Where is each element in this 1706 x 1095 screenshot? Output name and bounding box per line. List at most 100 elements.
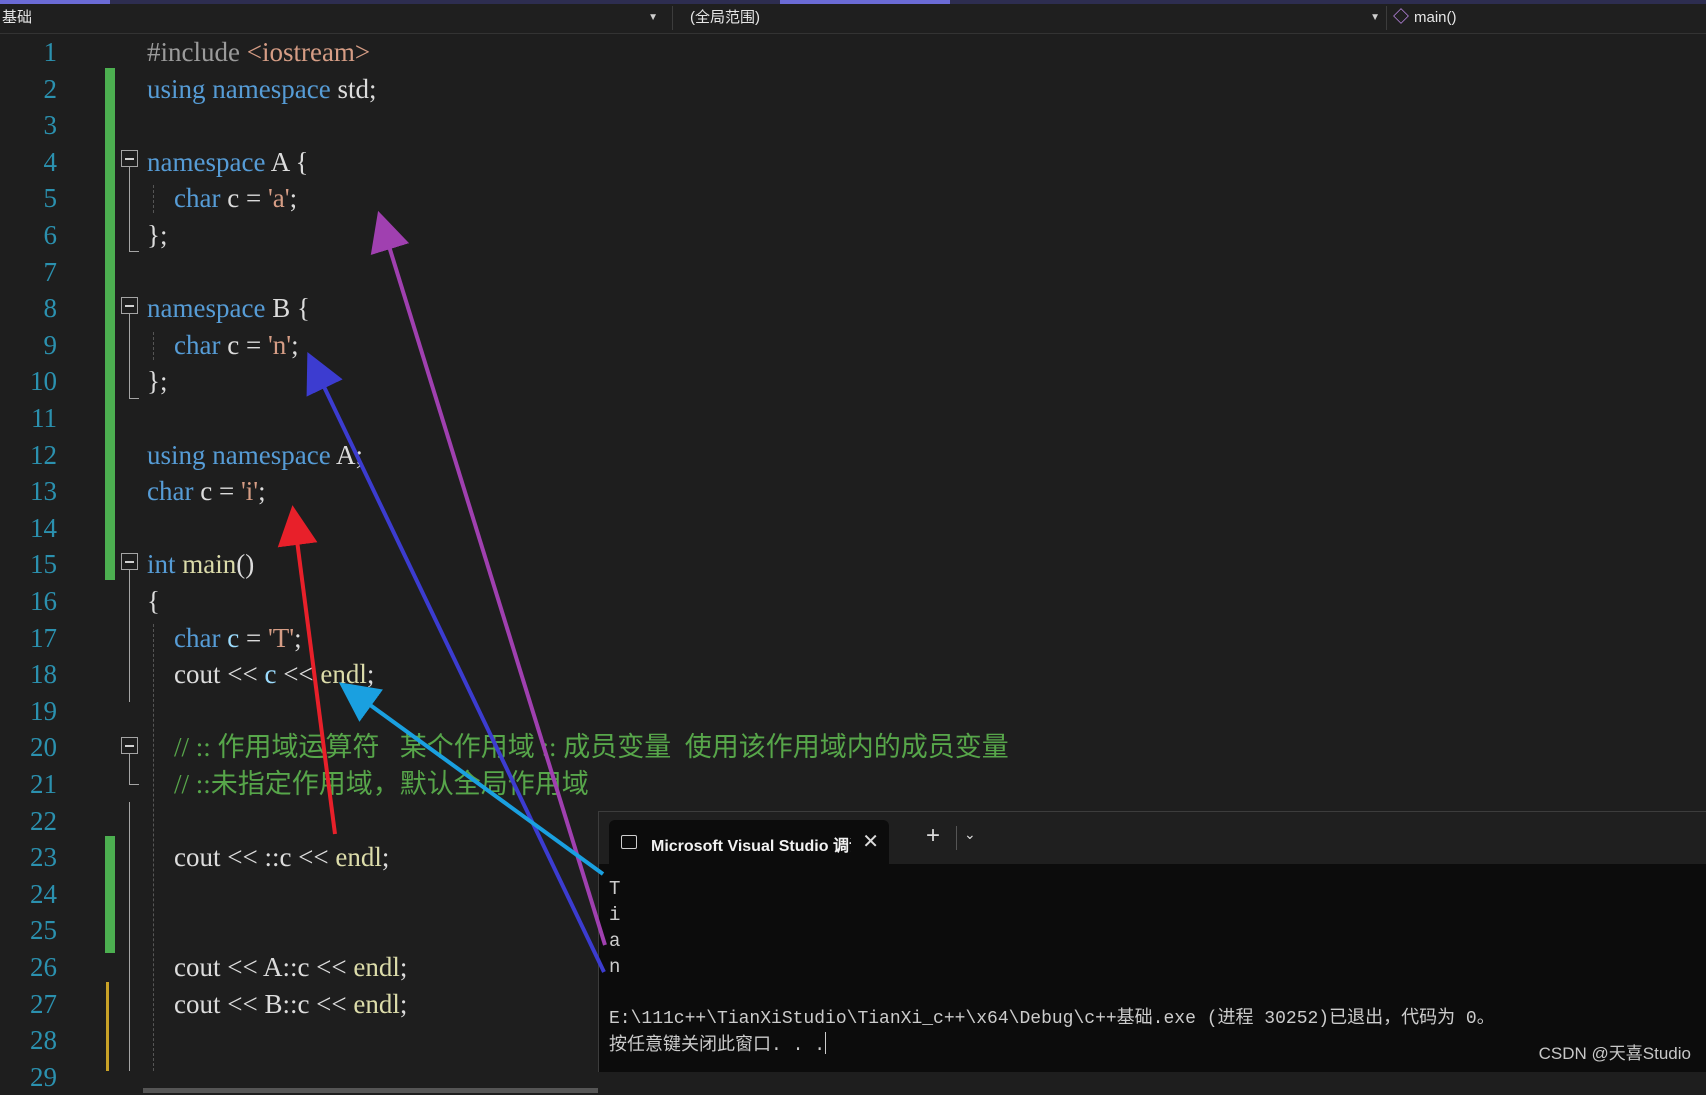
terminal-window[interactable]: Microsoft Visual Studio 调试 ✕ + ⌄ T i a n… [598,811,1706,1072]
console-icon [621,835,637,849]
code-token: }; [147,220,168,250]
code-token: char [174,329,221,360]
line-number: 17 [30,622,57,653]
line-number: 26 [30,952,57,982]
code-text: namespace B { [147,290,310,327]
code-token: namespace [147,293,266,324]
code-token: }; [147,366,168,397]
code-text: }; [147,217,167,254]
code-token: ; [289,183,298,214]
line-number: 4 [43,146,58,177]
scope-dropdown[interactable]: (全局范围) ▼ [690,6,1380,30]
code-token: ; [258,476,266,507]
code-text: { [147,583,160,620]
code-line[interactable]: 6}; [0,217,1706,254]
terminal-tab[interactable]: Microsoft Visual Studio 调试 ✕ [609,820,889,864]
code-token: using [147,73,206,104]
code-line[interactable]: 10}; [0,363,1706,400]
code-line[interactable]: 17 char c = 'T'; [0,620,1706,657]
method-icon [1393,8,1409,24]
tab-strip-edge [0,0,1706,4]
horizontal-scrollbar[interactable] [143,1088,598,1093]
code-token: A { [265,146,309,177]
code-token: int [147,549,176,580]
code-line[interactable]: 2 using namespace std; [0,71,1706,108]
code-line[interactable]: 12 using namespace A; [0,437,1706,474]
code-token: ; [291,329,299,360]
code-line[interactable]: 19 [0,693,1706,730]
navigation-bar: 基础 ▼ (全局范围) ▼ main() [0,0,1706,34]
line-number: 16 [30,586,57,616]
code-text: char c = 'T'; [147,620,302,657]
code-text: char c = 'a'; [147,180,297,217]
code-line[interactable]: 4 namespace A { [0,144,1706,181]
watermark: CSDN @天喜Studio [1538,1044,1691,1063]
code-token: std; [330,73,377,104]
close-icon[interactable]: ✕ [862,829,879,854]
chevron-down-icon[interactable]: ⌄ [964,826,976,843]
code-line[interactable]: 5 char c = 'a'; [0,180,1706,217]
line-number: 13 [30,476,57,507]
line-number: 12 [30,439,57,470]
prompt-text: 按任意键关闭此窗口. . . [609,1036,826,1056]
chevron-down-icon: ▼ [648,12,658,23]
line-number: 9 [43,329,58,360]
output-line: T [609,878,621,900]
code-text: #include <iostream> [147,34,370,71]
code-text: namespace A { [147,144,308,181]
code-line[interactable]: 18 cout << c << endl; [0,656,1706,693]
code-text: cout << B::c << endl; [147,986,407,1023]
code-line[interactable]: 16 { [0,583,1706,620]
project-dropdown[interactable]: 基础 ▼ [2,6,658,30]
code-line[interactable]: 9 char c = 'n'; [0,327,1706,364]
code-text: }; [147,363,167,400]
member-dropdown[interactable]: main() [1393,6,1694,30]
code-token: using [147,439,206,470]
code-token: ; [294,622,302,653]
divider [956,826,957,850]
line-number: 6 [43,220,58,250]
code-token: ; [366,659,375,690]
code-line[interactable]: 7 [0,254,1706,291]
code-line[interactable]: 8 namespace B { [0,290,1706,327]
code-line[interactable]: 14 [0,510,1706,547]
code-token: #include [147,37,247,67]
code-token: 'n' [267,329,292,360]
code-text: // ::未指定作用域，默认全局作用域 [147,766,589,803]
line-number: 2 [43,73,58,104]
code-token: endl [353,988,400,1019]
code-token: 'i' [240,476,259,507]
output-line: a [609,930,621,952]
code-token: << [276,659,321,690]
code-token: <iostream> [246,37,371,67]
line-number: 14 [30,512,57,543]
code-line[interactable]: 11 [0,400,1706,437]
code-text: char c = 'n'; [147,327,299,364]
line-number: 21 [30,769,57,799]
code-line[interactable]: 21 // ::未指定作用域，默认全局作用域 [0,766,1706,803]
code-text: // :: 作用域运算符 某个作用域 :: 成员变量 使用该作用域内的成员变量 [147,729,1009,766]
line-number: 22 [30,805,57,836]
line-number: 7 [43,256,58,287]
code-token: cout << A::c << [147,952,354,982]
code-line[interactable]: 3 [0,107,1706,144]
line-number: 15 [30,549,57,580]
code-token: char [174,622,221,653]
code-token: { [147,586,160,616]
divider [672,6,673,30]
code-line[interactable]: 1 #include <iostream> [0,34,1706,71]
terminal-tab-bar: Microsoft Visual Studio 调试 ✕ + ⌄ [599,812,1706,864]
new-tab-icon[interactable]: + [926,822,940,850]
line-number: 11 [31,403,57,433]
code-token: namespace [212,439,331,470]
code-line[interactable]: 13 char c = 'i'; [0,473,1706,510]
code-token: = [239,622,268,653]
code-text: cout << c << endl; [147,656,374,693]
code-token: char [174,183,221,214]
code-line[interactable]: 20 // :: 作用域运算符 某个作用域 :: 成员变量 使用该作用域内的成员… [0,729,1706,766]
code-token: cout << ::c << [147,842,336,873]
line-number: 20 [30,732,57,763]
project-dropdown-label: 基础 [2,9,33,26]
code-line[interactable]: 15 int main() [0,546,1706,583]
